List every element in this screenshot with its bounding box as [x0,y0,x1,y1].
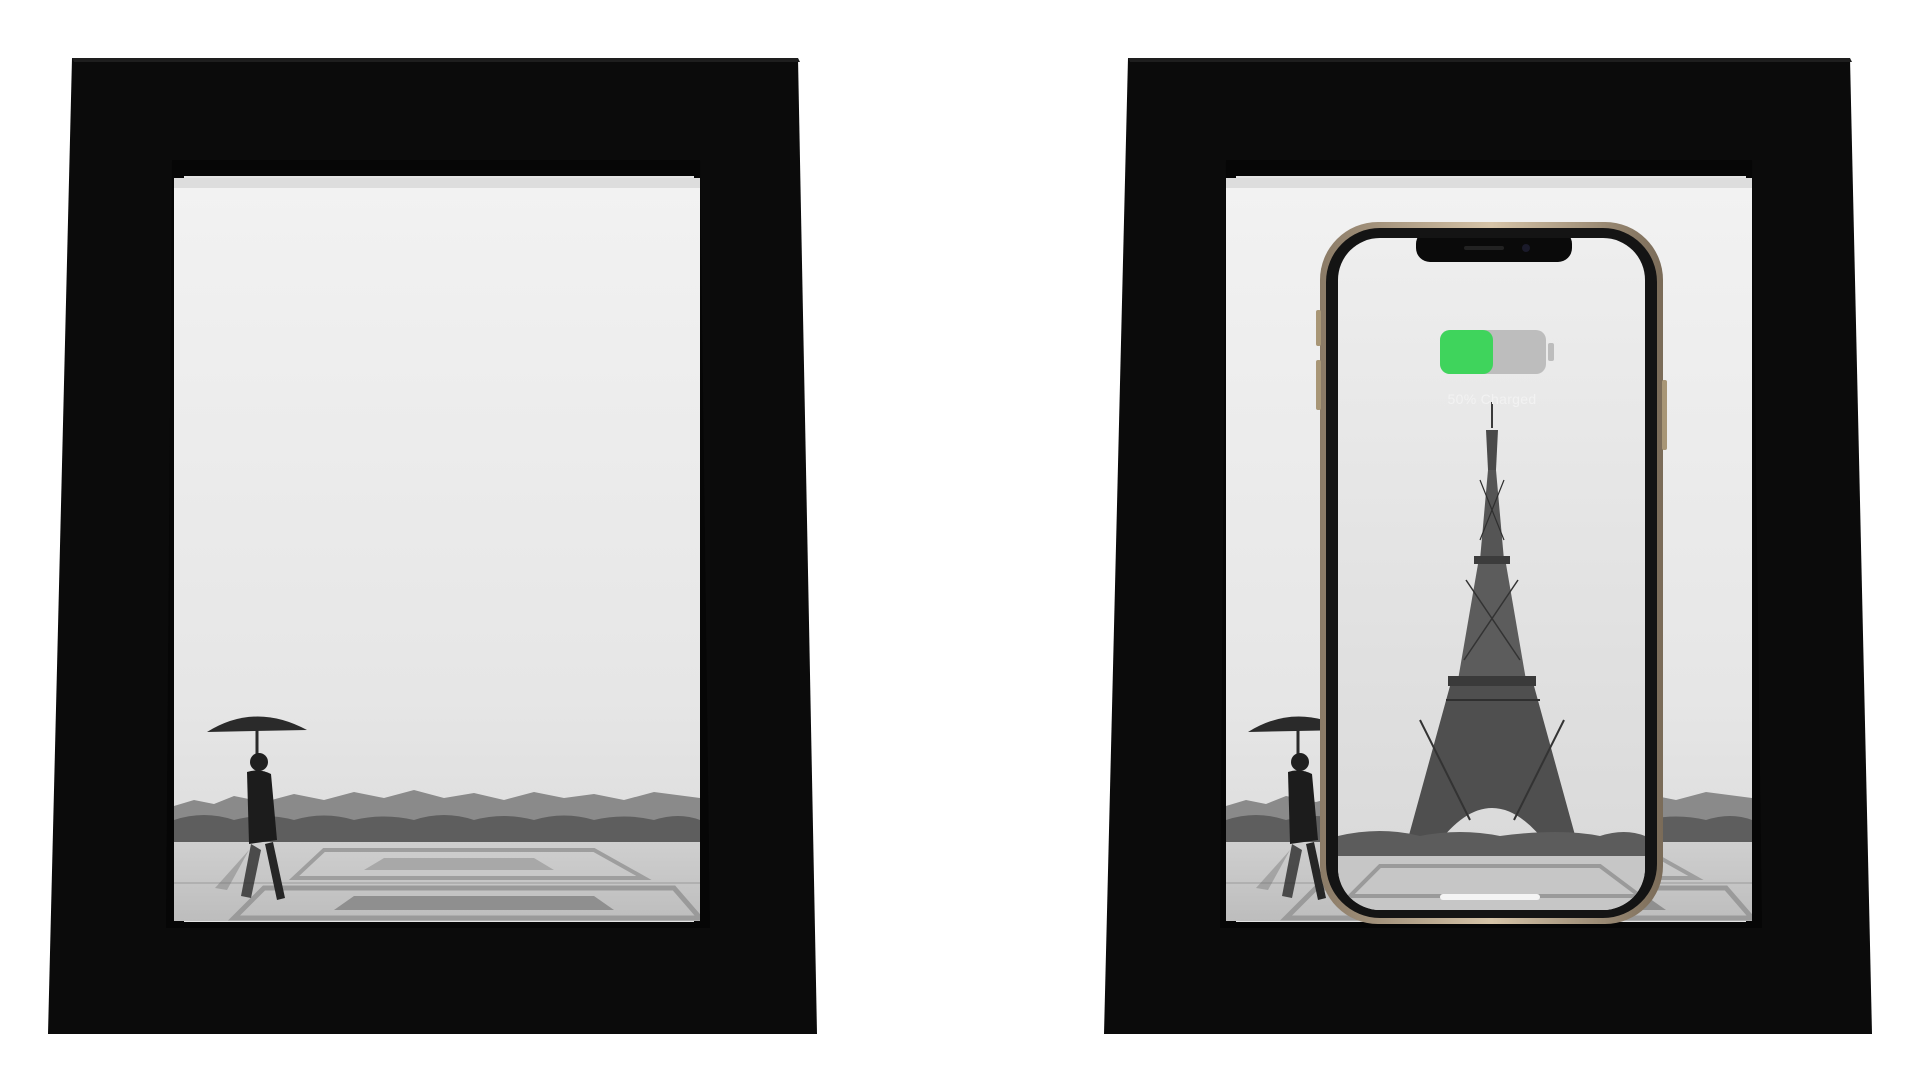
frame-left [48,58,817,1034]
battery-terminal [1548,343,1554,361]
product-image: 50% Charged [0,0,1920,1089]
battery-fill [1440,330,1493,374]
phone-screen: 50% Charged [1338,238,1645,910]
phone: 50% Charged [1316,222,1667,924]
battery-status-label: 50% Charged [1448,391,1537,407]
frames-illustration: 50% Charged [48,58,1872,1034]
battery-indicator [1440,330,1554,374]
